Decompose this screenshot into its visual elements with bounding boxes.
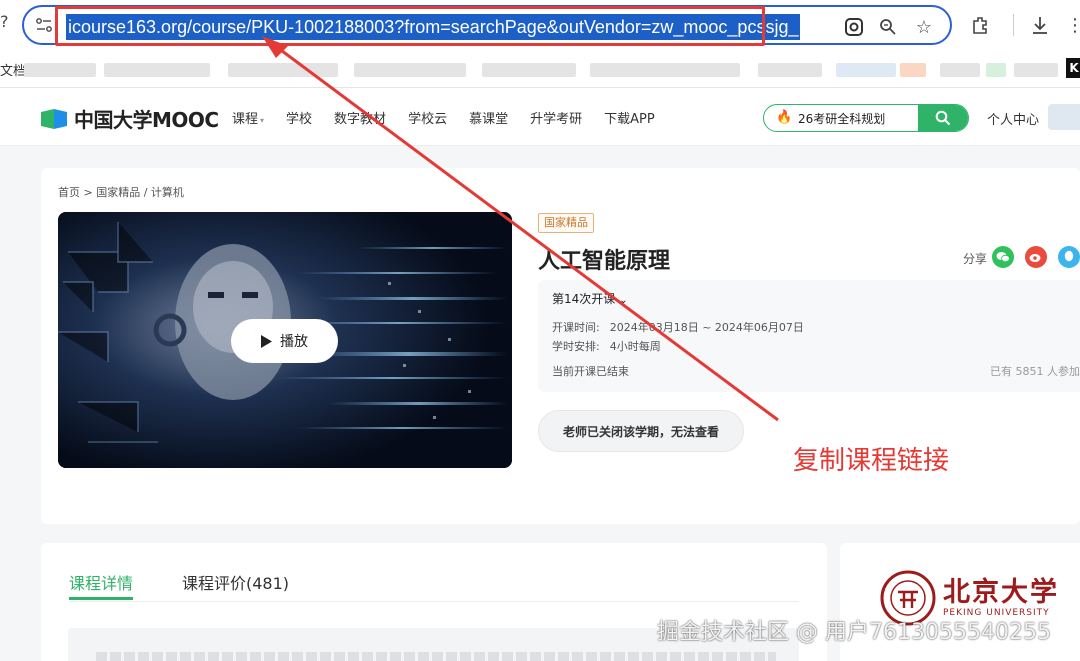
watermark: 掘金技术社区 @ 用户7613055540255 — [657, 620, 1051, 645]
annotation-arrow — [262, 36, 779, 422]
